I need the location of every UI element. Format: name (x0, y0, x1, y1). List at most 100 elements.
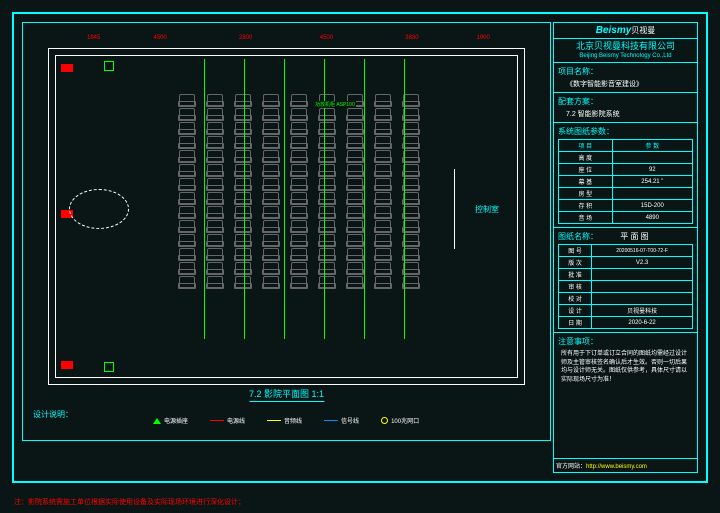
seat (403, 108, 419, 120)
seat (319, 248, 335, 260)
seat (207, 220, 223, 232)
seat (263, 150, 279, 162)
seat (263, 262, 279, 274)
seat (263, 178, 279, 190)
speaker-front-left (61, 64, 73, 72)
plan-title: 7.2 影院平面图 1:1 (249, 387, 324, 402)
logo: Beismy贝视曼 (554, 23, 697, 39)
seat (179, 136, 195, 148)
seat (347, 220, 363, 232)
seat (291, 108, 307, 120)
seat (347, 108, 363, 120)
seat (235, 192, 251, 204)
seat (291, 150, 307, 162)
seat (291, 276, 307, 288)
pillar (104, 362, 114, 372)
seat (263, 276, 279, 288)
seat (207, 178, 223, 190)
seat (235, 150, 251, 162)
seat (207, 122, 223, 134)
seat (235, 262, 251, 274)
seat (291, 94, 307, 106)
seat (235, 220, 251, 232)
seat (347, 150, 363, 162)
seat (403, 150, 419, 162)
seat (319, 136, 335, 148)
seat (375, 192, 391, 204)
seat (179, 276, 195, 288)
seat (375, 150, 391, 162)
seat (263, 108, 279, 120)
seat (375, 262, 391, 274)
seat (403, 276, 419, 288)
seat (375, 206, 391, 218)
seat (375, 276, 391, 288)
seat (179, 164, 195, 176)
seat (375, 220, 391, 232)
seat (291, 122, 307, 134)
seat (375, 94, 391, 106)
floor-plan-outline: 1845 4500 2800 4500 3830 1000 功放机柜 ASP10… (48, 48, 525, 385)
seat (319, 178, 335, 190)
seat (347, 178, 363, 190)
website-link[interactable]: http://www.beismy.com (586, 464, 647, 470)
website: 官方网站：http://www.beismy.com (554, 458, 697, 472)
seat (235, 178, 251, 190)
drawing-canvas: 1845 4500 2800 4500 3830 1000 功放机柜 ASP10… (22, 22, 551, 441)
seat (319, 108, 335, 120)
seat (375, 136, 391, 148)
seat (291, 136, 307, 148)
seat (179, 192, 195, 204)
seat (207, 164, 223, 176)
seat (291, 262, 307, 274)
seat (235, 164, 251, 176)
seat (347, 136, 363, 148)
seat (347, 276, 363, 288)
seat (235, 136, 251, 148)
seat (179, 94, 195, 106)
seat (403, 206, 419, 218)
seat (179, 220, 195, 232)
seat (319, 122, 335, 134)
seat (375, 122, 391, 134)
seat (263, 248, 279, 260)
seat (207, 108, 223, 120)
seating-area (179, 94, 439, 324)
seat (375, 178, 391, 190)
seat (291, 178, 307, 190)
seat (291, 164, 307, 176)
seat (263, 220, 279, 232)
seat (179, 234, 195, 246)
seat (375, 108, 391, 120)
seat (207, 262, 223, 274)
seat (263, 206, 279, 218)
seat (263, 234, 279, 246)
seat (179, 122, 195, 134)
company-name: 北京贝视曼科技有限公司Beijing Beismy Technology Co.… (554, 39, 697, 63)
seat (235, 206, 251, 218)
seat (403, 220, 419, 232)
seat (291, 206, 307, 218)
seat (207, 248, 223, 260)
seat (403, 122, 419, 134)
seat (235, 248, 251, 260)
seat (375, 234, 391, 246)
seat (207, 192, 223, 204)
legend: 电源插座 电源线 音频线 信号线 100兆网口 (153, 416, 419, 425)
seat (291, 220, 307, 232)
seat (207, 206, 223, 218)
seat (319, 234, 335, 246)
seat (235, 276, 251, 288)
seat (207, 136, 223, 148)
seat (403, 248, 419, 260)
seat (319, 276, 335, 288)
seat (235, 234, 251, 246)
seat (291, 248, 307, 260)
seat (263, 164, 279, 176)
seat (207, 150, 223, 162)
seat (179, 206, 195, 218)
seat (235, 108, 251, 120)
seat (179, 178, 195, 190)
seat (179, 262, 195, 274)
seat (291, 192, 307, 204)
